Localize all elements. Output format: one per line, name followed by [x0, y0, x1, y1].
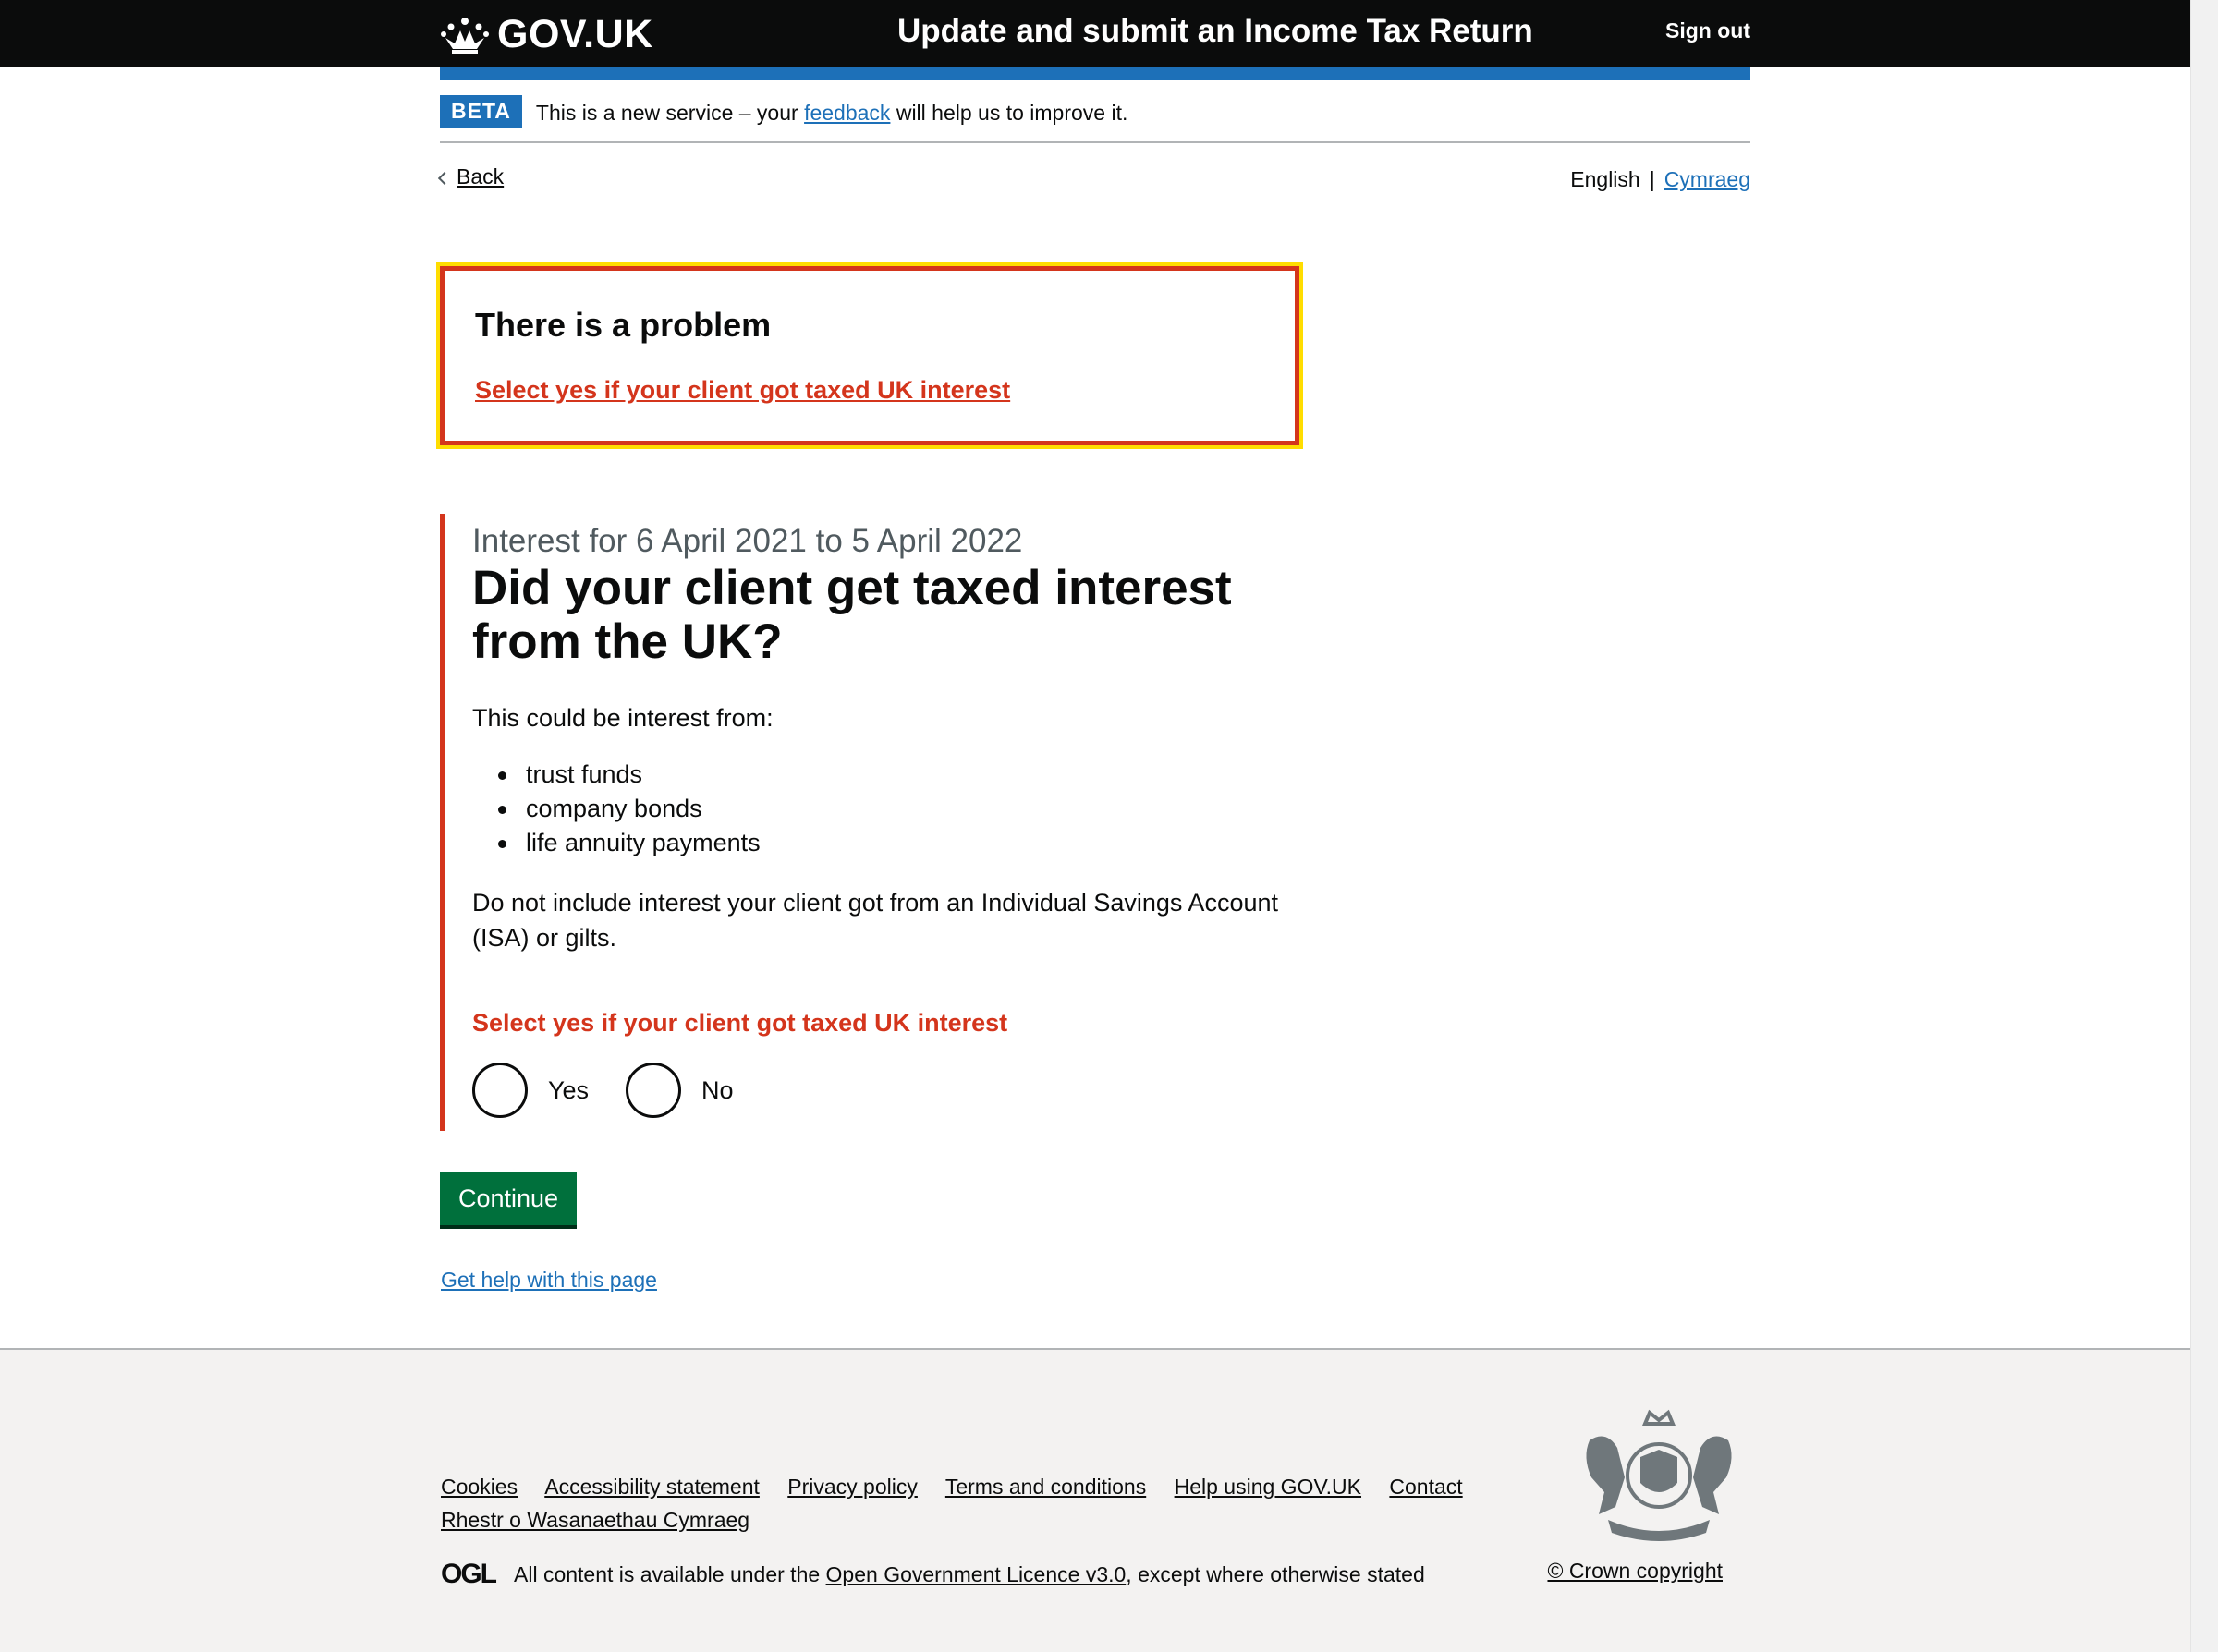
footer-links: Cookies Accessibility statement Privacy …	[441, 1470, 1531, 1537]
scrollbar[interactable]	[2190, 0, 2218, 1652]
feedback-link[interactable]: feedback	[804, 101, 890, 125]
radio-no-input[interactable]	[626, 1063, 682, 1118]
error-summary-title: There is a problem	[475, 306, 772, 344]
logo-text: GOV.UK	[497, 11, 653, 56]
field-error-message: Select yes if your client got taxed UK i…	[472, 1009, 1008, 1037]
service-name[interactable]: Update and submit an Income Tax Return	[897, 13, 1533, 50]
footer-link-welsh-services[interactable]: Rhestr o Wasanaethau Cymraeg	[441, 1508, 749, 1532]
footer-link-accessibility[interactable]: Accessibility statement	[544, 1475, 760, 1499]
yes-no-radios: Yes No	[472, 1063, 734, 1118]
chevron-left-icon	[437, 171, 452, 186]
crown-icon	[441, 18, 489, 54]
lang-english: English	[1570, 167, 1640, 191]
page-title: Did your client get taxed interest from …	[472, 561, 1232, 669]
intro-text: This could be interest from:	[472, 704, 774, 732]
licence-link[interactable]: Open Government Licence v3.0	[826, 1562, 1127, 1586]
question-form-group: Interest for 6 April 2021 to 5 April 202…	[440, 514, 1299, 1131]
footer-link-cookies[interactable]: Cookies	[441, 1475, 518, 1499]
radio-yes[interactable]: Yes	[472, 1063, 589, 1118]
lang-welsh-link[interactable]: Cymraeg	[1664, 167, 1750, 192]
interest-source-list: trust funds company bonds life annuity p…	[472, 758, 761, 860]
radio-yes-label[interactable]: Yes	[548, 1076, 589, 1105]
ogl-logo-icon: OGL	[441, 1559, 497, 1589]
crown-copyright-link[interactable]: © Crown copyright	[1547, 1559, 1723, 1584]
footer-link-terms[interactable]: Terms and conditions	[945, 1475, 1146, 1499]
radio-no[interactable]: No	[626, 1063, 734, 1118]
error-summary-link[interactable]: Select yes if your client got taxed UK i…	[475, 376, 1010, 405]
beta-tag: BETA	[440, 95, 522, 128]
site-footer: Cookies Accessibility statement Privacy …	[0, 1348, 2190, 1652]
error-summary: There is a problem Select yes if your cl…	[436, 262, 1303, 449]
lang-separator: |	[1649, 167, 1655, 191]
footer-link-contact[interactable]: Contact	[1389, 1475, 1462, 1499]
list-item: trust funds	[472, 758, 761, 792]
radio-yes-input[interactable]	[472, 1063, 528, 1118]
list-item: company bonds	[472, 792, 761, 826]
radio-no-label[interactable]: No	[701, 1076, 734, 1105]
sign-out-link[interactable]: Sign out	[1665, 18, 1750, 43]
language-toggle: English | Cymraeg	[1570, 167, 1750, 192]
royal-coat-of-arms-icon	[1586, 1409, 1732, 1541]
govuk-logo-link[interactable]: GOV.UK	[440, 11, 653, 57]
footer-link-help[interactable]: Help using GOV.UK	[1175, 1475, 1361, 1499]
licence-text: All content is available under the Open …	[514, 1561, 1425, 1586]
site-header: GOV.UK Update and submit an Income Tax R…	[0, 0, 2190, 67]
back-link[interactable]: Back	[437, 164, 504, 189]
exclude-text: Do not include interest your client got …	[472, 889, 1278, 952]
get-help-link[interactable]: Get help with this page	[441, 1268, 657, 1293]
question-caption: Interest for 6 April 2021 to 5 April 202…	[472, 523, 1023, 559]
ogl-licence: OGL All content is available under the O…	[441, 1559, 1425, 1590]
list-item: life annuity payments	[472, 826, 761, 860]
footer-link-privacy[interactable]: Privacy policy	[787, 1475, 918, 1499]
phase-banner: BETA This is a new service – your feedba…	[440, 95, 1750, 143]
continue-button[interactable]: Continue	[440, 1172, 577, 1225]
phase-banner-text: This is a new service – your feedback wi…	[535, 101, 1128, 125]
header-blue-bar	[440, 67, 1750, 80]
